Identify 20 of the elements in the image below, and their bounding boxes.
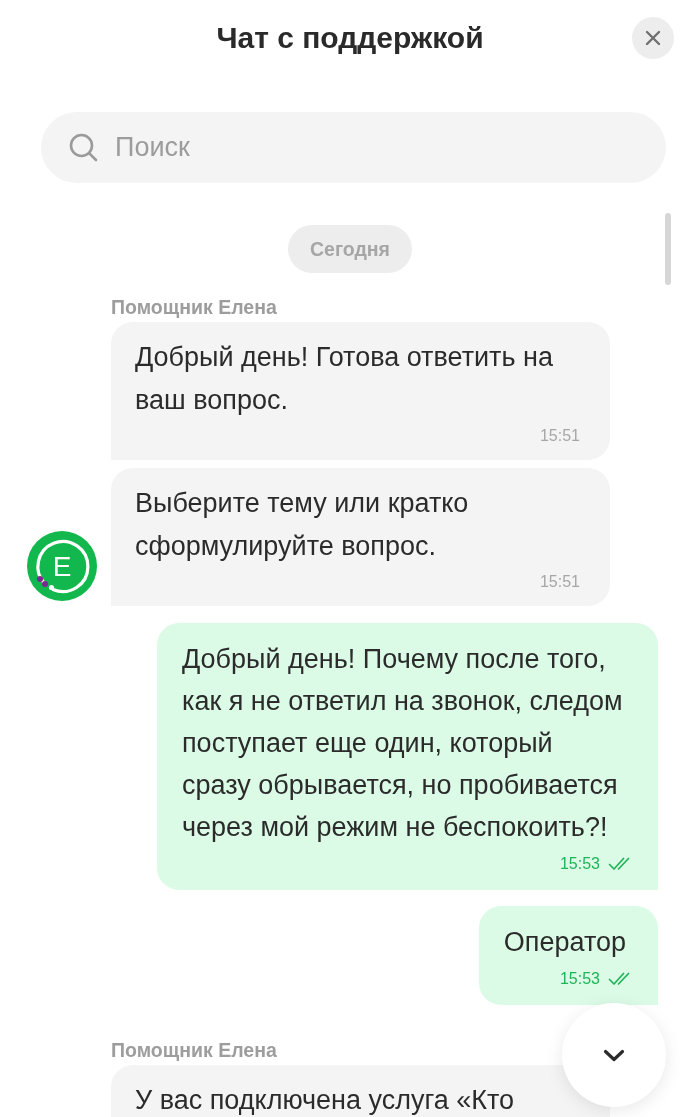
- chevron-down-icon: [603, 1048, 625, 1062]
- chat-title: Чат с поддержкой: [216, 19, 484, 56]
- sender-name: Помощник Елена: [111, 296, 277, 318]
- scrollbar[interactable]: [665, 213, 671, 285]
- close-button[interactable]: [632, 16, 674, 59]
- message-text: Выберите тему или кратко сформулируйте вопрос.: [135, 488, 469, 561]
- sender-name: Помощник Елена: [111, 1039, 277, 1061]
- message-text: У вас подключена услуга «Кто: [135, 1085, 515, 1115]
- message-text: Оператор: [503, 927, 626, 957]
- date-separator: Сегодня: [288, 225, 412, 273]
- search-icon: [69, 133, 98, 162]
- message-time: 15:53: [559, 969, 600, 989]
- message-text: Добрый день! Почему после того, как я не ответил на звонок, следом поступает еще один, который сразу обрывается, но пробивается через мой режим не беспокоить?!: [182, 644, 623, 842]
- assistant-avatar: Е: [27, 531, 97, 601]
- message-text: Добрый день! Готова ответить на ваш вопрос.: [135, 342, 553, 415]
- message-time: 15:51: [539, 572, 580, 592]
- search-field[interactable]: Поиск: [41, 112, 666, 183]
- message-time: 15:51: [539, 426, 580, 446]
- message-time: 15:53: [559, 854, 600, 874]
- close-icon: [645, 29, 661, 46]
